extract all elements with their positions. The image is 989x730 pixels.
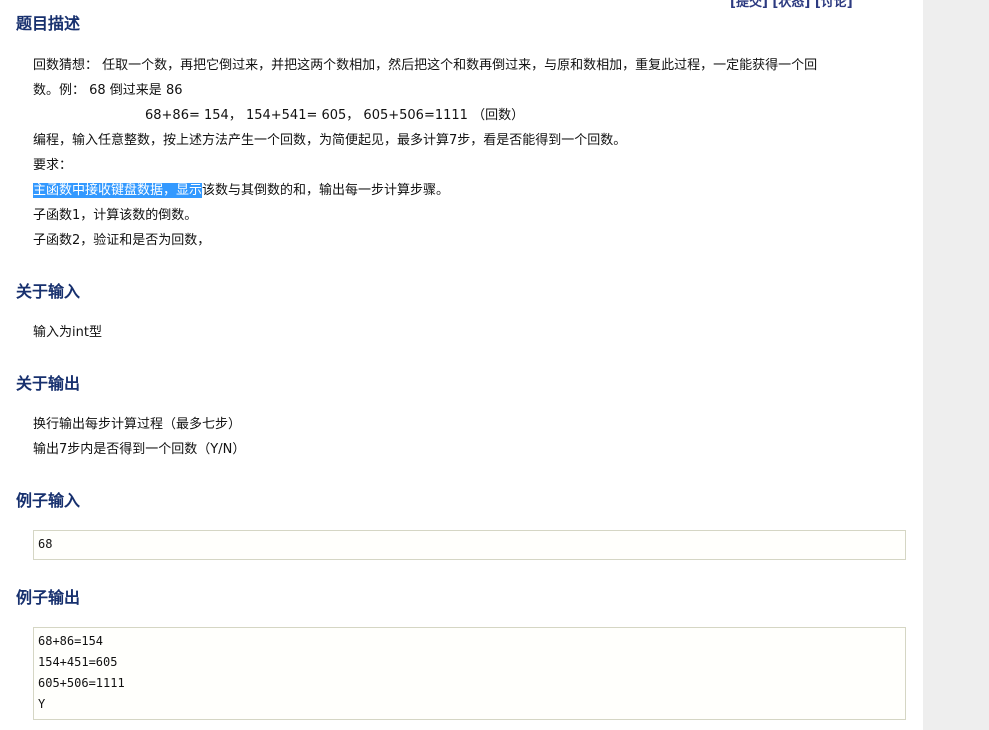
description-line-2: 数。例： 68 倒过来是 86 [33, 83, 183, 98]
description-line-1: 回数猜想： 任取一个数，再把它倒过来，并把这两个数相加，然后把这个和数再倒过来，… [33, 58, 818, 73]
output-description-line-2: 输出7步内是否得到一个回数（Y/N） [33, 442, 246, 457]
description-sub2: 子函数2，验证和是否为回数， [33, 233, 211, 248]
sample-input-content: 68 [38, 537, 53, 551]
right-gutter [923, 0, 989, 730]
output-description-line-1: 换行输出每步计算过程（最多七步） [33, 417, 242, 432]
sample-input-box: 68 [33, 530, 906, 560]
description-requirement-label: 要求： [33, 158, 73, 173]
section-title-sample-output: 例子输出 [16, 588, 81, 607]
section-title-input: 关于输入 [16, 282, 81, 301]
description-example-line: 68+86= 154， 154+541= 605， 605+506=1111 （… [145, 108, 525, 123]
sample-output-line: Y [38, 697, 46, 711]
requirement-main-rest: 该数与其倒数的和，输出每一步计算步骤。 [202, 183, 450, 198]
sample-output-line: 605+506=1111 [38, 676, 125, 690]
description-requirement-main: 主函数中接收键盘数据，显示该数与其倒数的和，输出每一步计算步骤。 [33, 182, 449, 200]
description-sub1: 子函数1，计算该数的倒数。 [33, 208, 198, 223]
sample-output-box: 68+86=154 154+451=605 605+506=1111 Y [33, 627, 906, 720]
description-line-4: 编程，输入任意整数，按上述方法产生一个回数，为简便起见，最多计算7步，看是否能得… [33, 133, 627, 148]
selected-text-highlight[interactable]: 主函数中接收键盘数据，显示 [33, 183, 203, 198]
sample-output-line: 154+451=605 [38, 655, 118, 669]
top-nav-links[interactable]: [提交] [状态] [讨论] [730, 0, 853, 10]
section-title-output: 关于输出 [16, 374, 81, 393]
section-title-sample-input: 例子输入 [16, 491, 81, 510]
section-title-description: 题目描述 [16, 14, 81, 33]
problem-panel: [提交] [状态] [讨论] 题目描述 回数猜想： 任取一个数，再把它倒过来，并… [0, 0, 923, 730]
sample-output-line: 68+86=154 [38, 634, 104, 648]
input-description: 输入为int型 [33, 325, 102, 340]
